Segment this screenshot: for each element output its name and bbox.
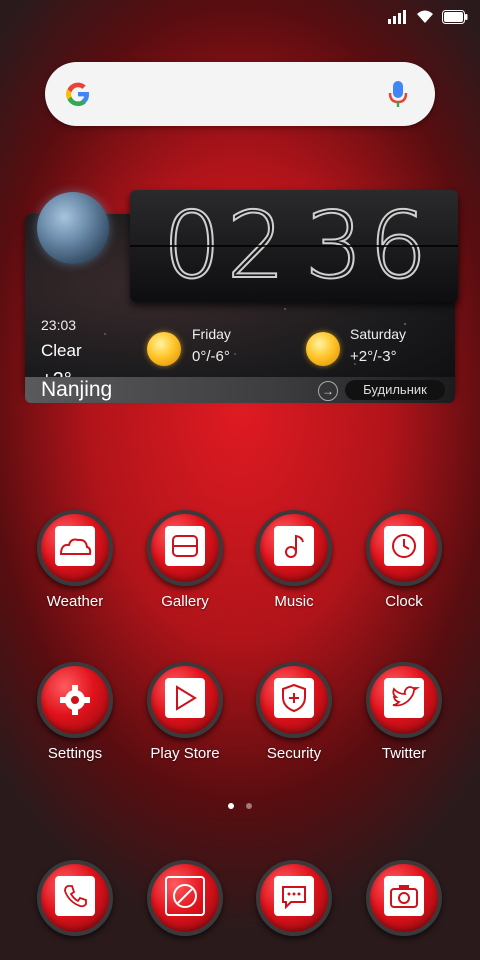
dock-browser[interactable] <box>137 860 233 936</box>
page-indicator <box>228 803 252 809</box>
alarm-button[interactable]: Будильник <box>345 380 445 400</box>
app-gallery[interactable]: Gallery <box>137 510 233 610</box>
arrow-right-icon[interactable]: → <box>318 381 338 401</box>
weather-clock-widget[interactable]: 23:03 Clear +2° Friday 0°/-6° Saturday +… <box>25 190 458 405</box>
app-label: Clock <box>385 593 423 610</box>
app-label: Gallery <box>161 593 209 610</box>
weather-condition: Clear <box>41 341 82 360</box>
sun-icon <box>147 332 181 366</box>
page-dot-active[interactable] <box>228 803 234 809</box>
sun-icon <box>306 332 340 366</box>
page-dot[interactable] <box>246 803 252 809</box>
app-clock[interactable]: Clock <box>356 510 452 610</box>
gallery-icon <box>147 510 223 586</box>
wifi-icon <box>417 10 433 23</box>
forecast-day-1: Friday <box>192 326 231 342</box>
app-twitter[interactable]: Twitter <box>356 662 452 762</box>
app-weather[interactable]: Weather <box>27 510 123 610</box>
city-name[interactable]: Nanjing <box>41 377 112 403</box>
moon-icon <box>37 192 109 264</box>
shield-icon <box>256 662 332 738</box>
weather-update-time: 23:03 <box>41 317 77 333</box>
app-label: Weather <box>46 593 104 610</box>
messages-icon <box>256 860 332 936</box>
app-label: Twitter <box>381 745 427 762</box>
app-label: Security <box>266 745 322 762</box>
google-search-bar[interactable] <box>45 62 435 126</box>
widget-footer: Nanjing → Будильник <box>25 377 455 403</box>
app-label: Play Store <box>150 745 220 762</box>
forecast-temp-2: +2°/-3° <box>350 348 397 365</box>
app-security[interactable]: Security <box>246 662 342 762</box>
flip-divider <box>130 245 458 247</box>
google-logo <box>66 82 89 106</box>
signal-icon <box>388 10 406 24</box>
forecast-day-2: Saturday <box>350 326 407 342</box>
dock-camera[interactable] <box>356 860 452 936</box>
clock-icon <box>366 510 442 586</box>
forecast-temp-1: 0°/-6° <box>192 348 230 365</box>
browser-icon <box>147 860 223 936</box>
play-store-icon <box>147 662 223 738</box>
phone-icon <box>37 860 113 936</box>
status-bar <box>0 0 480 36</box>
cloud-icon <box>37 510 113 586</box>
flip-clock[interactable]: 0 2 3 6 <box>130 190 458 302</box>
app-settings[interactable]: Settings <box>27 662 123 762</box>
app-music[interactable]: Music <box>246 510 342 610</box>
twitter-bird-icon <box>366 662 442 738</box>
dock-messages[interactable] <box>246 860 342 936</box>
camera-icon <box>366 860 442 936</box>
battery-icon <box>442 10 468 24</box>
app-play-store[interactable]: Play Store <box>137 662 233 762</box>
music-note-icon <box>256 510 332 586</box>
gear-icon <box>37 662 113 738</box>
dock-phone[interactable] <box>27 860 123 936</box>
app-label: Settings <box>47 745 103 762</box>
app-label: Music <box>274 593 314 610</box>
microphone-icon[interactable] <box>387 79 409 109</box>
